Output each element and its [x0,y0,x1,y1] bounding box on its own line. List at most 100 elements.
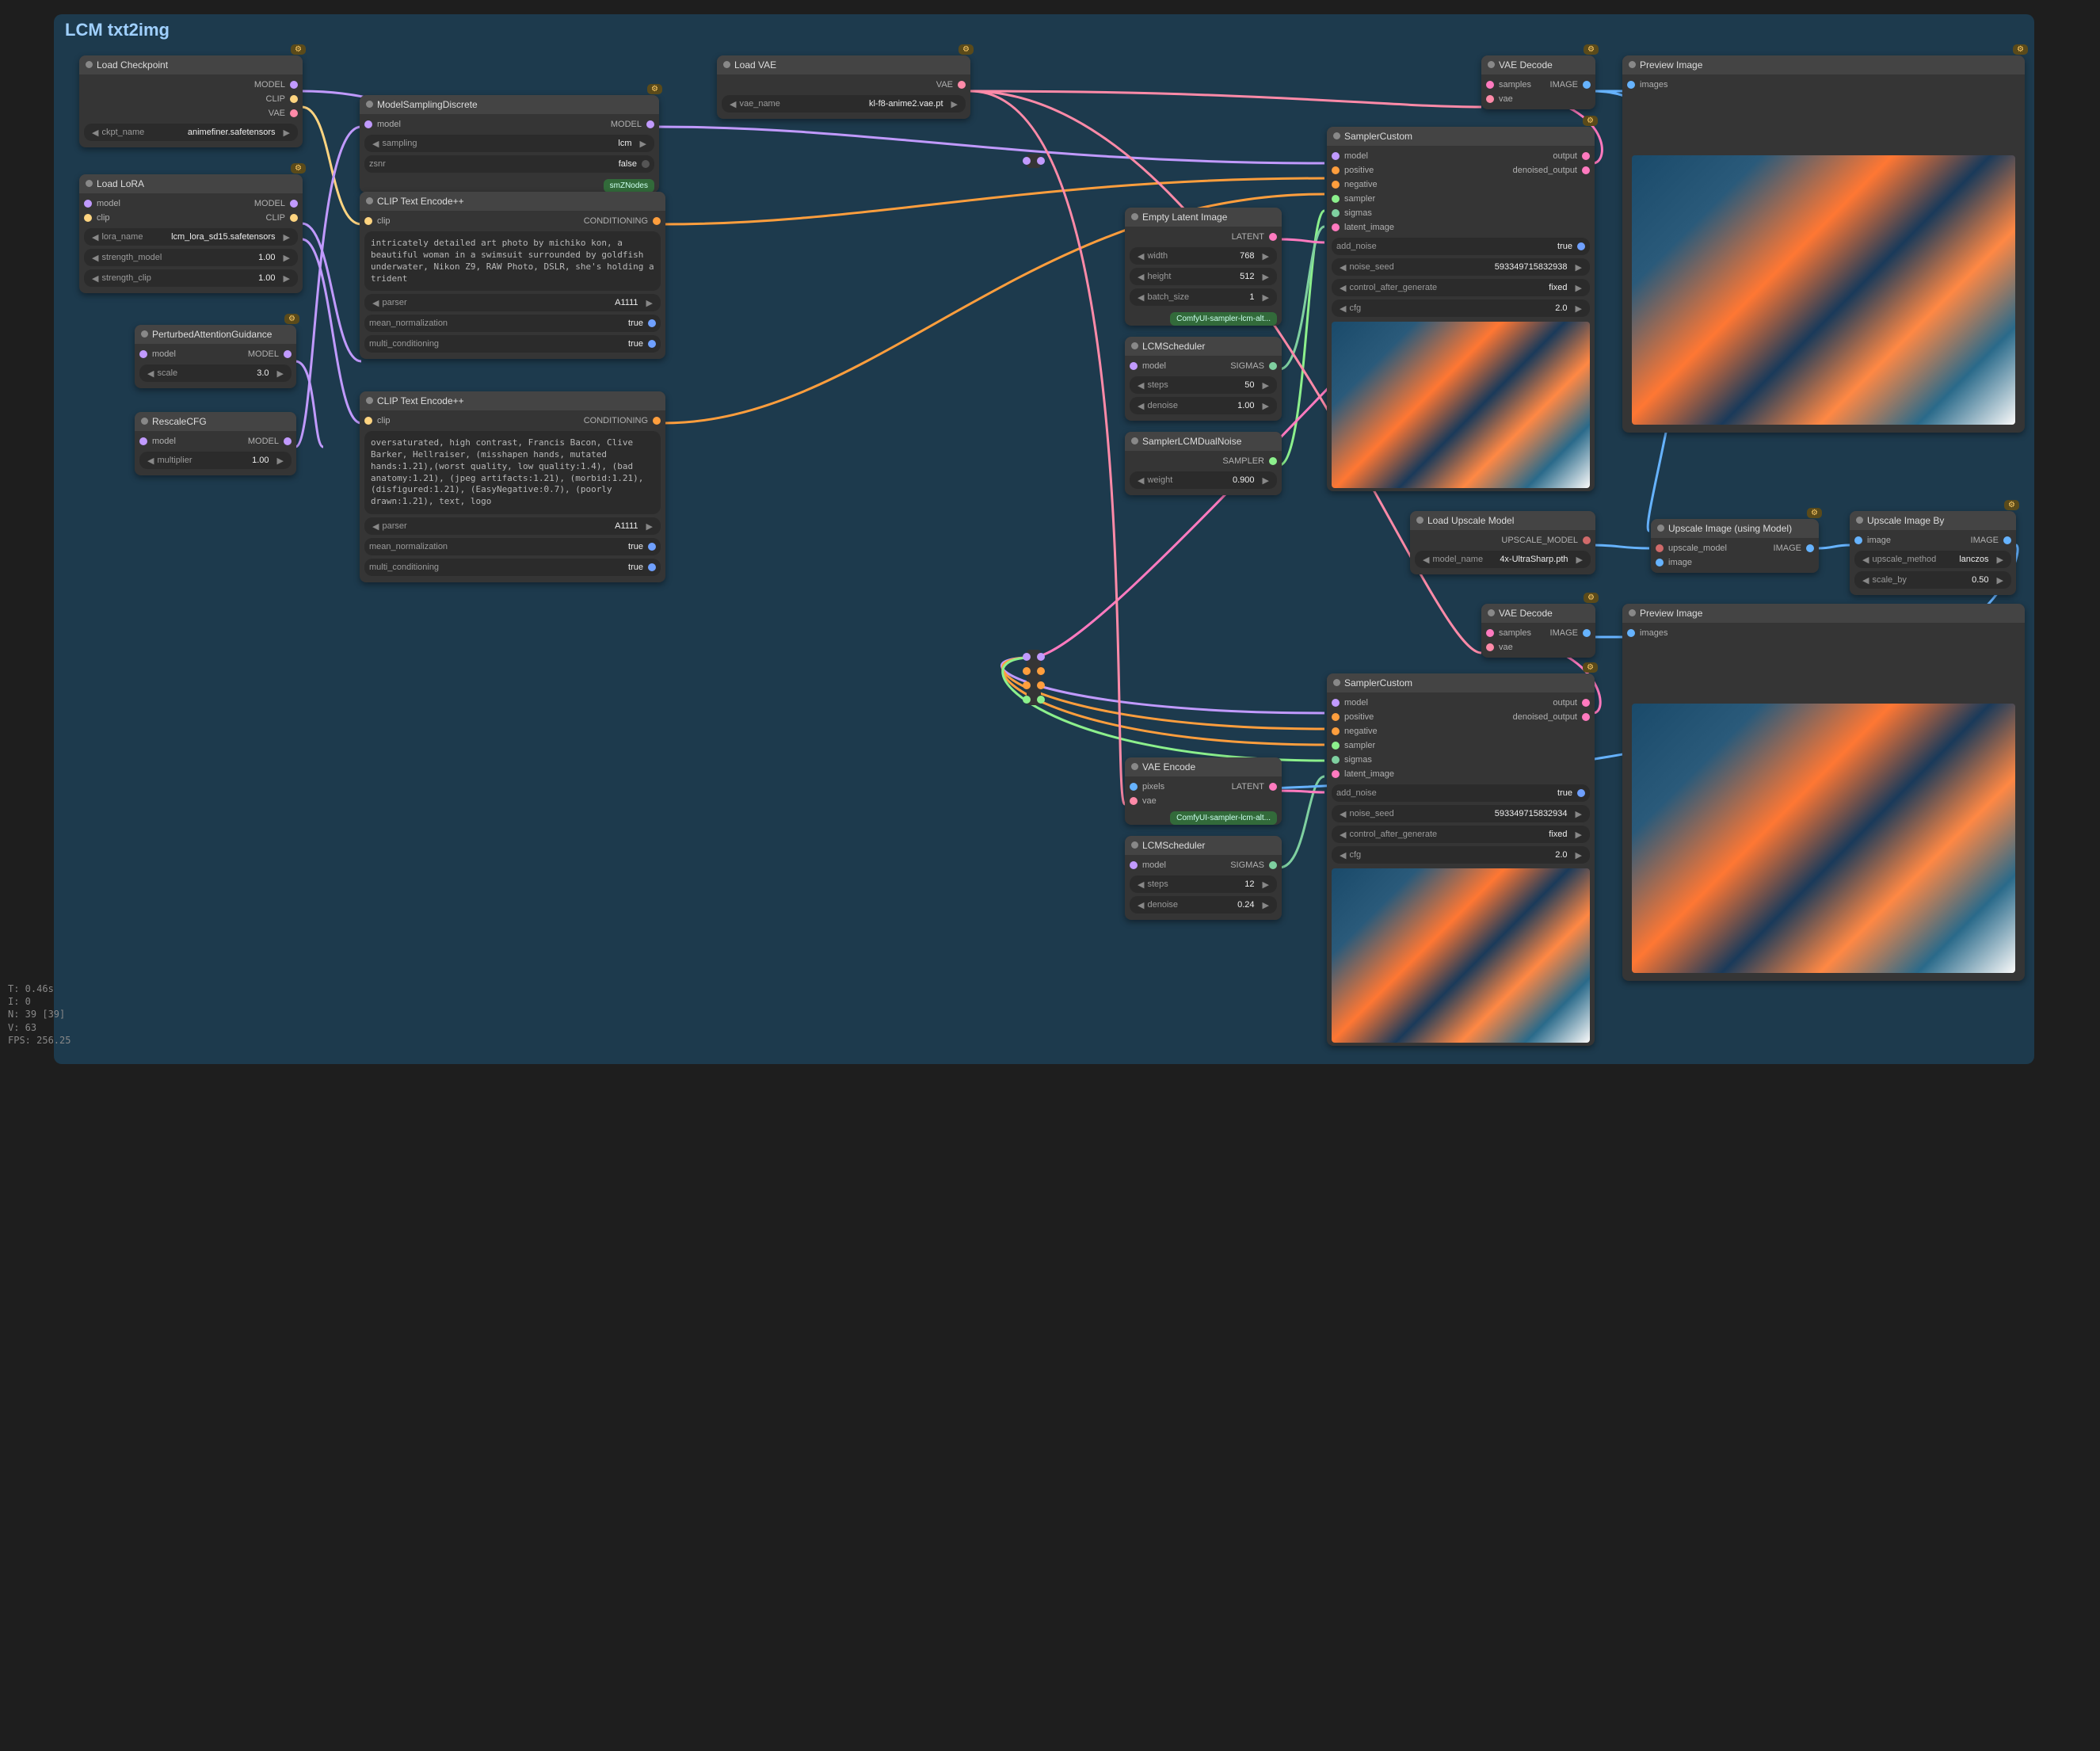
out-latent[interactable]: LATENT [1232,232,1264,242]
node-vae-encode[interactable]: VAE Encode pixelsLATENT vae ComfyUI-samp… [1125,757,1282,825]
in-model[interactable]: model [97,199,120,208]
parser-widget[interactable]: ◀parserA1111▶ [364,294,661,311]
node-load-vae[interactable]: ⚙ Load VAE VAE ◀vae_namekl-f8-anime2.vae… [717,55,970,119]
add-noise-widget[interactable]: add_noisetrue [1332,784,1590,802]
out-sampler[interactable]: SAMPLER [1222,456,1264,466]
node-title[interactable]: Load Upscale Model [1410,511,1595,530]
node-empty-latent-image[interactable]: Empty Latent Image LATENT ◀width768▶ ◀he… [1125,208,1282,326]
prompt-text[interactable]: intricately detailed art photo by michik… [364,231,661,291]
node-lcm-scheduler-2[interactable]: LCMScheduler modelSIGMAS ◀steps12▶ ◀deno… [1125,836,1282,920]
ctrl-after-gen-widget[interactable]: ◀control_after_generatefixed▶ [1332,826,1590,843]
ckpt-name-widget[interactable]: ◀ckpt_nameanimefiner.safetensors▶ [84,124,298,141]
node-preview-image-2[interactable]: Preview Image images [1622,604,2025,981]
node-title[interactable]: VAE Encode [1125,757,1282,776]
width-widget[interactable]: ◀width768▶ [1130,247,1277,265]
mean-norm-widget[interactable]: mean_normalizationtrue [364,538,661,555]
in-pixels[interactable]: pixels [1142,782,1164,792]
node-title[interactable]: Preview Image [1622,604,2025,623]
reroute-block[interactable] [1027,650,1041,705]
node-perturbed-attention-guidance[interactable]: ⚙ PerturbedAttentionGuidance modelMODEL … [135,325,296,388]
multi-cond-widget[interactable]: multi_conditioningtrue [364,335,661,353]
batch-size-widget[interactable]: ◀batch_size1▶ [1130,288,1277,306]
node-load-lora[interactable]: ⚙ Load LoRA modelMODEL clipCLIP ◀lora_na… [79,174,303,293]
upscale-method-widget[interactable]: ◀upscale_methodlanczos▶ [1854,551,2011,568]
ctrl-after-gen-widget[interactable]: ◀control_after_generatefixed▶ [1332,279,1590,296]
out-image[interactable]: IMAGE [1550,628,1578,638]
in-images[interactable]: images [1640,80,1667,90]
in-model[interactable]: model [377,120,401,129]
neg-prompt-text[interactable]: oversaturated, high contrast, Francis Ba… [364,431,661,514]
node-title[interactable]: LCMScheduler [1125,836,1282,855]
out-upscale-model[interactable]: UPSCALE_MODEL [1501,536,1578,545]
node-title[interactable]: Preview Image [1622,55,2025,74]
reroute[interactable] [1027,154,1041,168]
zsnr-widget[interactable]: zsnrfalse [364,155,654,173]
out-image[interactable]: IMAGE [1971,536,1999,545]
out-conditioning[interactable]: CONDITIONING [584,416,648,425]
out-denoised[interactable]: denoised_output [1513,712,1577,722]
in-latent[interactable]: latent_image [1344,223,1394,232]
in-model[interactable]: model [152,349,176,359]
node-clip-text-encode-pos[interactable]: CLIP Text Encode++ clipCONDITIONING intr… [360,192,665,359]
in-upscale-model[interactable]: upscale_model [1668,544,1727,553]
strength-model-widget[interactable]: ◀strength_model1.00▶ [84,249,298,266]
node-title[interactable]: CLIP Text Encode++ [360,192,665,211]
in-sigmas[interactable]: sigmas [1344,755,1372,765]
out-clip[interactable]: CLIP [266,213,285,223]
noise-seed-widget[interactable]: ◀noise_seed593349715832934▶ [1332,805,1590,822]
out-output[interactable]: output [1553,698,1577,708]
out-denoised[interactable]: denoised_output [1513,166,1577,175]
out-sigmas[interactable]: SIGMAS [1230,860,1264,870]
in-negative[interactable]: negative [1344,727,1378,736]
in-sigmas[interactable]: sigmas [1344,208,1372,218]
node-load-checkpoint[interactable]: ⚙ Load Checkpoint MODEL CLIP VAE ◀ckpt_n… [79,55,303,147]
scale-by-widget[interactable]: ◀scale_by0.50▶ [1854,571,2011,589]
in-samples[interactable]: samples [1499,628,1531,638]
node-sampler-custom-2[interactable]: ⚙ SamplerCustom modeloutput positivedeno… [1327,673,1595,1046]
out-vae[interactable]: VAE [269,109,285,118]
sampling-widget[interactable]: ◀samplinglcm▶ [364,135,654,152]
node-load-upscale-model[interactable]: Load Upscale Model UPSCALE_MODEL ◀model_… [1410,511,1595,574]
node-title[interactable]: ModelSamplingDiscrete [360,95,659,114]
in-image[interactable]: image [1867,536,1891,545]
in-negative[interactable]: negative [1344,180,1378,189]
node-lcm-scheduler-1[interactable]: LCMScheduler modelSIGMAS ◀steps50▶ ◀deno… [1125,337,1282,421]
in-vae[interactable]: vae [1499,94,1513,104]
height-widget[interactable]: ◀height512▶ [1130,268,1277,285]
out-image[interactable]: IMAGE [1774,544,1801,553]
out-output[interactable]: output [1553,151,1577,161]
out-model[interactable]: MODEL [611,120,642,129]
mean-norm-widget[interactable]: mean_normalizationtrue [364,315,661,332]
out-clip[interactable]: CLIP [266,94,285,104]
next-arrow[interactable]: ▶ [280,128,293,138]
steps-widget[interactable]: ◀steps12▶ [1130,876,1277,893]
node-title[interactable]: Empty Latent Image [1125,208,1282,227]
in-positive[interactable]: positive [1344,712,1374,722]
out-model[interactable]: MODEL [254,80,285,90]
out-image[interactable]: IMAGE [1550,80,1578,90]
prev-arrow[interactable]: ◀ [89,128,101,138]
out-sigmas[interactable]: SIGMAS [1230,361,1264,371]
parser-widget[interactable]: ◀parserA1111▶ [364,517,661,535]
node-vae-decode-1[interactable]: ⚙ VAE Decode samplesIMAGE vae [1481,55,1595,109]
vae-name-widget[interactable]: ◀vae_namekl-f8-anime2.vae.pt▶ [722,95,966,113]
out-model[interactable]: MODEL [254,199,285,208]
in-model[interactable]: model [1142,860,1166,870]
noise-seed-widget[interactable]: ◀noise_seed593349715832938▶ [1332,258,1590,276]
in-clip[interactable]: clip [97,213,110,223]
node-title[interactable]: PerturbedAttentionGuidance [135,325,296,344]
node-upscale-image-by[interactable]: ⚙ Upscale Image By imageIMAGE ◀upscale_m… [1850,511,2016,595]
node-sampler-lcm-dual-noise[interactable]: SamplerLCMDualNoise SAMPLER ◀weight0.900… [1125,432,1282,495]
scale-widget[interactable]: ◀scale3.0▶ [139,364,292,382]
node-title[interactable]: VAE Decode [1481,55,1595,74]
node-title[interactable]: LCMScheduler [1125,337,1282,356]
add-noise-widget[interactable]: add_noisetrue [1332,238,1590,255]
in-vae[interactable]: vae [1142,796,1157,806]
node-title[interactable]: Upscale Image By [1850,511,2016,530]
node-title[interactable]: Load LoRA [79,174,303,193]
node-title[interactable]: RescaleCFG [135,412,296,431]
in-positive[interactable]: positive [1344,166,1374,175]
node-title[interactable]: CLIP Text Encode++ [360,391,665,410]
node-title[interactable]: VAE Decode [1481,604,1595,623]
node-clip-text-encode-neg[interactable]: CLIP Text Encode++ clipCONDITIONING over… [360,391,665,582]
